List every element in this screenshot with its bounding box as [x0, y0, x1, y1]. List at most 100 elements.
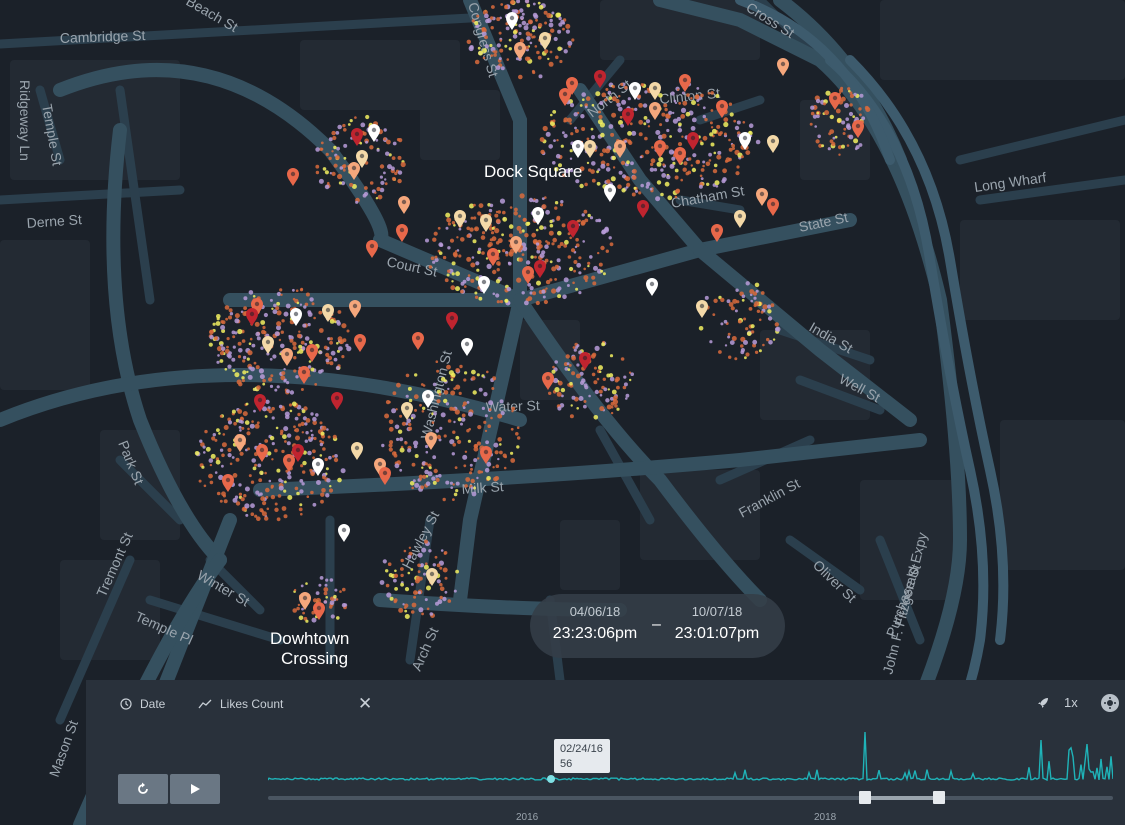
data-point	[434, 255, 438, 259]
data-point	[728, 138, 731, 142]
data-point	[576, 344, 580, 348]
data-point	[417, 552, 423, 558]
data-point	[682, 167, 687, 172]
data-point	[598, 262, 603, 267]
brush-handle-end[interactable]	[933, 791, 945, 804]
data-point	[589, 255, 593, 259]
settings-icon[interactable]	[1101, 694, 1119, 712]
data-point	[467, 274, 471, 277]
data-point	[544, 21, 548, 25]
data-point	[302, 611, 305, 615]
data-point	[365, 114, 370, 120]
data-point	[467, 439, 471, 443]
data-point	[535, 242, 540, 246]
data-point	[644, 136, 648, 141]
data-point	[221, 453, 225, 458]
data-point	[447, 269, 451, 273]
reset-button[interactable]	[118, 774, 168, 804]
data-point	[295, 435, 300, 441]
data-point	[546, 12, 552, 19]
data-point	[427, 471, 433, 477]
data-point	[446, 364, 451, 370]
data-point	[460, 237, 465, 242]
data-point	[762, 343, 765, 347]
data-point	[405, 394, 409, 398]
data-point	[512, 30, 518, 35]
data-point	[478, 50, 483, 56]
data-point	[435, 601, 439, 606]
data-point	[616, 407, 620, 411]
data-point	[325, 578, 329, 582]
data-point	[455, 481, 460, 486]
data-point	[322, 167, 327, 171]
data-point	[853, 138, 859, 144]
date-field-selector[interactable]: Date	[120, 697, 165, 711]
data-point	[617, 184, 622, 189]
data-point	[414, 482, 420, 488]
data-point	[745, 327, 749, 331]
data-point	[499, 39, 503, 42]
data-point	[260, 320, 266, 325]
playback-speed[interactable]: 1x	[1036, 695, 1078, 710]
data-point	[583, 267, 586, 271]
data-point	[336, 321, 341, 326]
data-point	[767, 316, 773, 321]
data-point	[276, 468, 281, 473]
data-point	[268, 479, 272, 483]
data-point	[595, 91, 601, 97]
data-point	[251, 343, 256, 348]
reset-icon	[138, 782, 148, 794]
brush-selection[interactable]	[865, 796, 939, 800]
data-point	[311, 436, 314, 440]
data-point	[774, 322, 779, 327]
data-point	[587, 213, 591, 218]
timeline-track[interactable]	[268, 796, 1113, 800]
data-point	[474, 59, 480, 65]
data-point	[438, 473, 442, 478]
data-point	[740, 344, 744, 348]
data-point	[495, 293, 500, 298]
data-point	[692, 153, 697, 158]
data-point	[477, 211, 482, 216]
data-point	[565, 23, 571, 29]
data-point	[569, 414, 574, 419]
data-point	[474, 291, 478, 295]
data-point	[649, 187, 653, 191]
data-point	[264, 439, 269, 443]
data-point	[414, 373, 418, 377]
data-point	[334, 588, 338, 592]
data-point	[219, 448, 224, 452]
close-icon[interactable]: ✕	[358, 694, 372, 714]
data-point	[821, 144, 825, 148]
data-point	[237, 355, 242, 359]
data-point	[678, 122, 682, 127]
data-point	[598, 389, 603, 394]
play-button[interactable]	[170, 774, 220, 804]
timeline-chart[interactable]: 2016 2018	[268, 720, 1113, 825]
data-point	[524, 233, 529, 238]
data-point	[394, 569, 397, 573]
data-point	[432, 563, 436, 567]
brush-handle-start[interactable]	[859, 791, 871, 804]
data-point	[489, 43, 493, 48]
data-point	[256, 421, 260, 425]
data-point	[688, 157, 692, 161]
data-point	[324, 184, 330, 190]
data-point	[591, 103, 595, 107]
data-point	[281, 371, 286, 376]
data-point	[678, 101, 682, 105]
data-point	[604, 226, 609, 231]
data-point	[259, 492, 263, 496]
data-point	[462, 454, 468, 460]
data-point	[297, 423, 302, 427]
data-point	[209, 480, 214, 485]
data-point	[343, 156, 347, 160]
data-point	[559, 242, 564, 246]
data-point	[736, 120, 741, 125]
data-point	[469, 227, 474, 232]
data-point	[433, 468, 438, 474]
metric-field-selector[interactable]: Likes Count	[198, 697, 283, 711]
data-point	[482, 56, 486, 60]
data-point	[521, 20, 527, 26]
data-point	[238, 492, 243, 496]
